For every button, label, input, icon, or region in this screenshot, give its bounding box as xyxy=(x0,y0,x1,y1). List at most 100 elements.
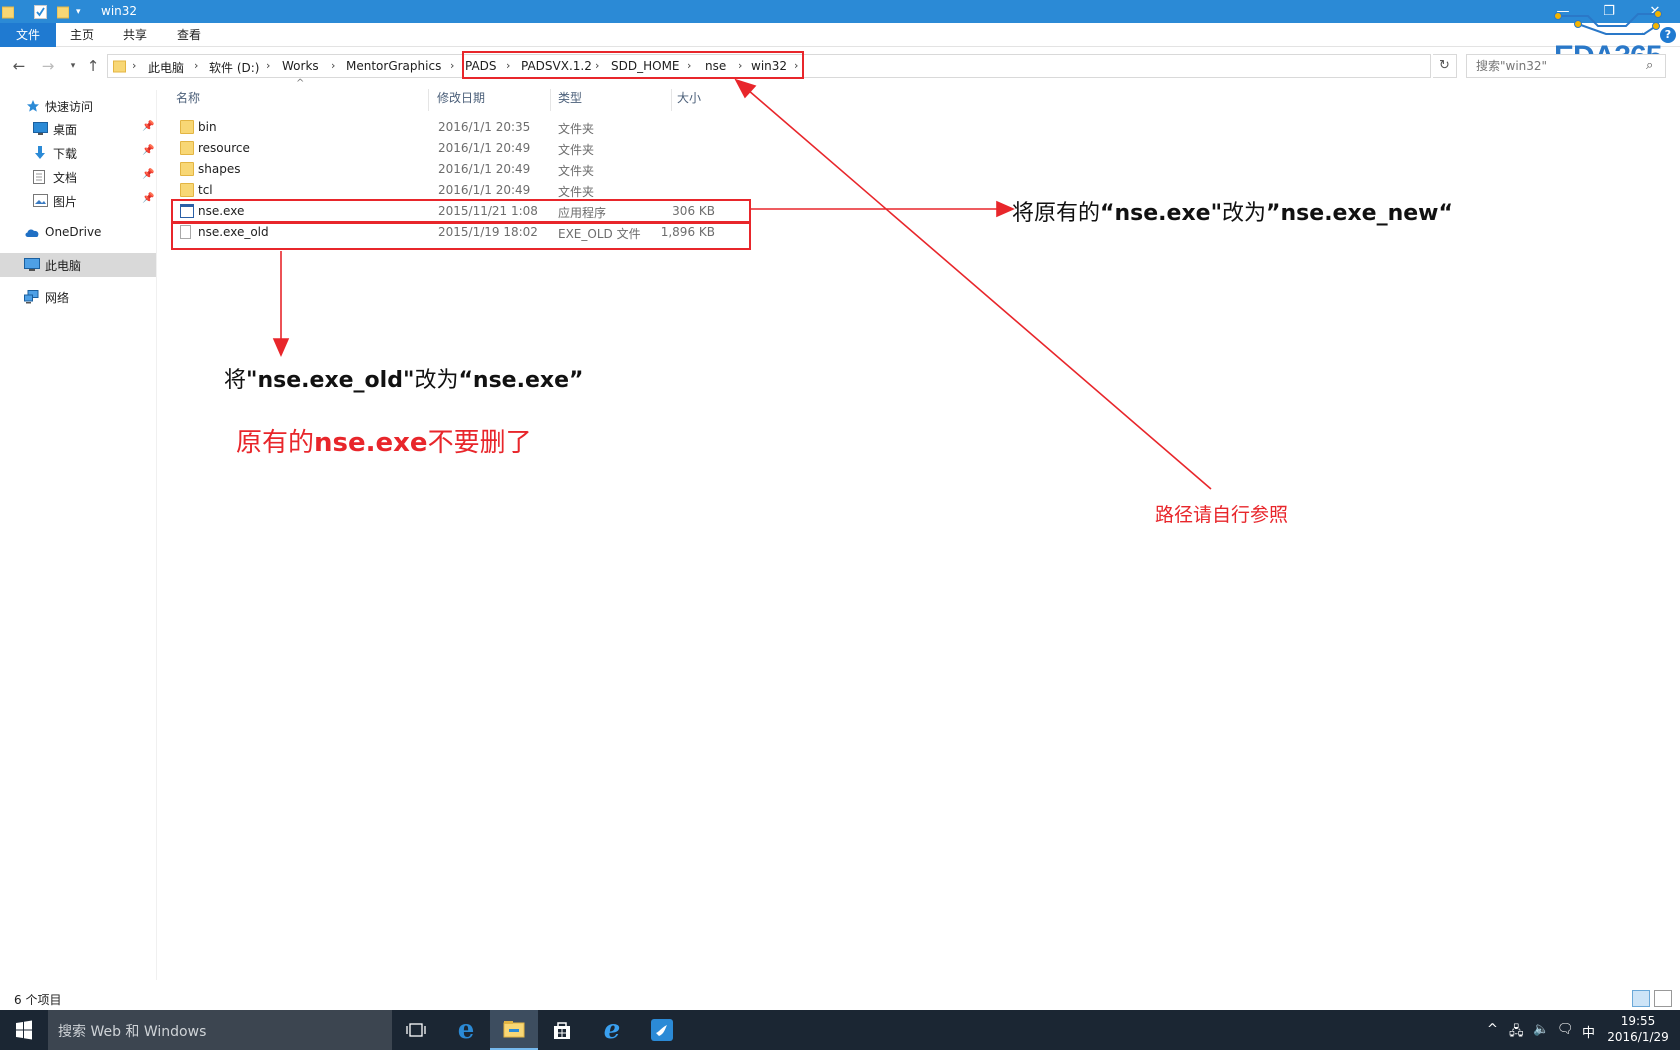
item-count: 6 个项目 xyxy=(14,993,62,1007)
ribbon-tabs: 文件 主页 共享 查看 ⌄ ? xyxy=(0,23,1680,47)
sidebar-item-pictures[interactable]: 图片 📌 xyxy=(0,189,156,213)
path-reference-note: 路径请自行参照 xyxy=(1155,504,1289,526)
sidebar-item-downloads[interactable]: 下载 📌 xyxy=(0,141,156,165)
customize-toolbar-chevron-icon[interactable]: ▾ xyxy=(76,3,86,20)
desktop-icon xyxy=(33,122,48,136)
document-icon xyxy=(33,170,47,184)
sidebar-item-desktop[interactable]: 桌面 📌 xyxy=(0,117,156,141)
status-bar: 6 个项目 xyxy=(0,988,1680,1010)
keep-original-note: 原有的nse.exe不要删了 xyxy=(236,428,532,458)
sidebar-item-label: 下载 xyxy=(53,147,78,161)
breadcrumb-separator-icon[interactable]: › xyxy=(132,59,136,72)
tab-file[interactable]: 文件 xyxy=(0,23,56,47)
folder-icon xyxy=(180,141,194,155)
breadcrumb-drive-d[interactable]: 软件 (D:) xyxy=(209,59,259,76)
file-date: 2016/1/1 20:49 xyxy=(438,162,531,176)
taskbar-edge[interactable]: e xyxy=(442,1010,490,1050)
search-icon[interactable]: ⌕ xyxy=(1646,58,1653,73)
internet-explorer-icon: e xyxy=(603,1015,621,1045)
sidebar-item-quick-access[interactable]: 快速访问 xyxy=(0,94,156,118)
task-view-button[interactable] xyxy=(392,1010,440,1050)
table-row[interactable]: bin 2016/1/1 20:35 文件夹 xyxy=(171,117,748,138)
tab-home[interactable]: 主页 xyxy=(60,23,104,47)
column-header-name[interactable]: 名称 xyxy=(176,89,426,111)
nse-exe-old-highlight-box xyxy=(171,222,751,250)
refresh-button[interactable]: ↻ xyxy=(1433,54,1457,78)
sidebar-item-network[interactable]: 网络 xyxy=(0,285,156,309)
breadcrumb-separator-icon[interactable]: › xyxy=(331,59,335,72)
title-bar: ▾ win32 — ❐ ✕ xyxy=(0,0,1680,23)
sidebar-item-onedrive[interactable]: OneDrive xyxy=(0,221,156,245)
sidebar-item-label: 网络 xyxy=(45,291,70,305)
show-hidden-icons-chevron-icon[interactable]: ^ xyxy=(1487,1022,1498,1037)
breadcrumb-separator-icon[interactable]: › xyxy=(266,59,270,72)
start-button[interactable] xyxy=(0,1010,48,1050)
folder-icon[interactable] xyxy=(2,3,16,20)
column-header-size[interactable]: 大小 xyxy=(677,89,747,111)
cloud-icon xyxy=(24,226,39,240)
column-divider[interactable] xyxy=(671,89,672,111)
breadcrumb-separator-icon[interactable]: › xyxy=(194,59,198,72)
rename-exe-note: 将原有的“nse.exe"改为”nse.exe_new“ xyxy=(1012,201,1453,226)
nse-exe-highlight-box xyxy=(171,199,751,223)
breadcrumb-mentorgraphics[interactable]: MentorGraphics xyxy=(346,59,441,73)
sidebar-item-label: 文档 xyxy=(53,171,78,185)
taskbar-store[interactable] xyxy=(538,1010,586,1050)
column-divider[interactable] xyxy=(428,89,429,111)
network-tray-icon[interactable]: 🖧 xyxy=(1509,1022,1524,1044)
network-icon xyxy=(24,290,39,304)
taskbar-app[interactable] xyxy=(638,1010,686,1050)
picture-icon xyxy=(33,194,48,208)
sort-ascending-chevron-icon: ^ xyxy=(296,78,305,89)
details-view-icon[interactable] xyxy=(1632,990,1650,1007)
breadcrumb-this-pc[interactable]: 此电脑 xyxy=(148,59,184,76)
input-method-indicator[interactable]: 中 xyxy=(1582,1022,1595,1041)
file-name: tcl xyxy=(198,183,213,197)
file-name: bin xyxy=(198,120,217,134)
pin-icon[interactable]: 📌 xyxy=(142,169,154,180)
taskbar-file-explorer[interactable] xyxy=(490,1010,538,1050)
arrow-head-right xyxy=(996,200,1015,218)
pin-icon[interactable]: 📌 xyxy=(142,193,154,204)
recent-locations-chevron-icon[interactable]: ▾ xyxy=(63,56,83,76)
breadcrumb-works[interactable]: Works xyxy=(282,59,319,73)
file-date: 2016/1/1 20:49 xyxy=(438,183,531,197)
navigation-pane: 快速访问 桌面 📌 下载 📌 文档 📌 图片 📌 OneDrive 此电脑 网络 xyxy=(0,90,157,980)
properties-icon[interactable] xyxy=(34,3,48,20)
tab-view[interactable]: 查看 xyxy=(166,23,212,47)
clock-time: 19:55 xyxy=(1620,1014,1656,1028)
sidebar-item-label: 图片 xyxy=(53,195,78,209)
up-arrow-icon[interactable]: ↑ xyxy=(83,56,103,76)
column-divider[interactable] xyxy=(550,89,551,111)
sidebar-item-this-pc[interactable]: 此电脑 xyxy=(0,253,156,277)
notifications-icon[interactable]: 🗨 xyxy=(1557,1022,1574,1037)
folder-icon xyxy=(113,59,127,73)
table-row[interactable]: shapes 2016/1/1 20:49 文件夹 xyxy=(171,159,748,180)
folder-icon xyxy=(180,120,194,134)
store-bag-icon xyxy=(554,1022,570,1039)
back-arrow-icon[interactable]: ← xyxy=(9,56,29,76)
sidebar-item-documents[interactable]: 文档 📌 xyxy=(0,165,156,189)
taskbar-search-box[interactable]: 搜索 Web 和 Windows xyxy=(48,1010,392,1050)
rename-old-note: 将"nse.exe_old"改为“nse.exe” xyxy=(224,368,584,393)
column-header-date[interactable]: 修改日期 xyxy=(437,89,547,111)
table-row[interactable]: resource 2016/1/1 20:49 文件夹 xyxy=(171,138,748,159)
breadcrumb-separator-icon[interactable]: › xyxy=(450,59,454,72)
system-clock[interactable]: 19:55 2016/1/29 xyxy=(1600,1013,1676,1045)
path-highlight-box xyxy=(462,51,804,79)
new-folder-icon[interactable] xyxy=(57,3,71,20)
column-header-type[interactable]: 类型 xyxy=(558,89,668,111)
table-row[interactable]: tcl 2016/1/1 20:49 文件夹 xyxy=(171,180,748,201)
windows-logo-icon xyxy=(16,1020,32,1040)
pin-icon[interactable]: 📌 xyxy=(142,145,154,156)
file-type: 文件夹 xyxy=(558,164,595,178)
tab-share[interactable]: 共享 xyxy=(112,23,158,47)
pin-icon[interactable]: 📌 xyxy=(142,121,154,132)
forward-arrow-icon[interactable]: → xyxy=(38,56,58,76)
volume-icon[interactable]: 🔈 xyxy=(1533,1022,1549,1037)
search-input[interactable] xyxy=(1466,54,1666,78)
taskbar-internet-explorer[interactable]: e xyxy=(588,1010,636,1050)
sidebar-item-label: 桌面 xyxy=(53,123,78,137)
sidebar-item-label: OneDrive xyxy=(45,225,102,239)
large-icons-view-icon[interactable] xyxy=(1654,990,1672,1007)
